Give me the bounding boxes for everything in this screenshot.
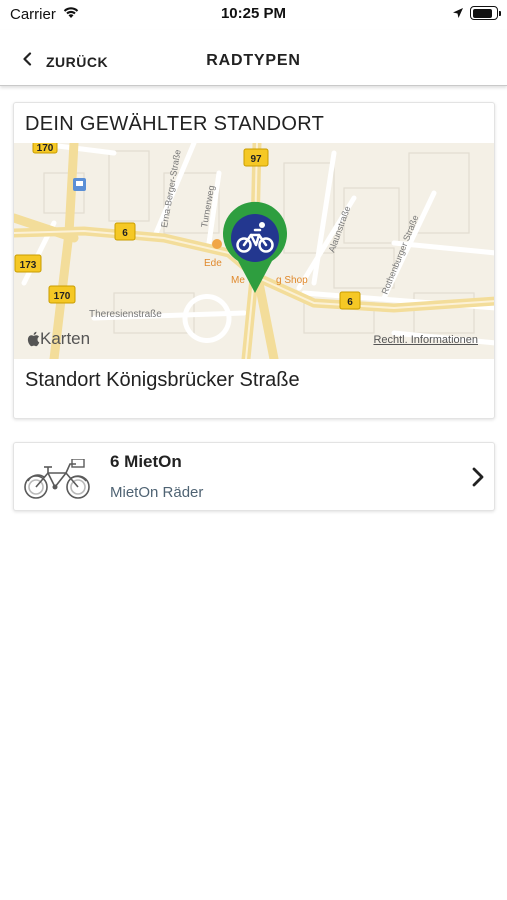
poi-label: Ede: [204, 258, 222, 269]
svg-text:6: 6: [122, 228, 128, 239]
road-badge: 170: [48, 285, 76, 304]
poi-label: Me: [231, 275, 245, 286]
location-card-header: DEIN GEWÄHLTER STANDORT: [25, 113, 325, 135]
status-time: 10:25 PM: [220, 5, 287, 22]
road-badge: 173: [14, 254, 42, 273]
location-name: Standort Königsbrücker Straße: [25, 369, 300, 391]
road-badge: 6: [339, 291, 361, 310]
chevron-right-icon: [472, 467, 484, 492]
svg-text:173: 173: [20, 260, 37, 271]
road-badge: 97: [243, 148, 269, 167]
map-legal-link[interactable]: Rechtl. Informationen: [373, 334, 478, 346]
apple-logo-icon: [26, 331, 40, 347]
bike-type-row[interactable]: 6 MietOn MietOn Räder: [13, 442, 495, 511]
road-badge: 6: [114, 222, 136, 241]
svg-text:170: 170: [54, 291, 71, 302]
location-card: DEIN GEWÄHLTER STANDORT Erna-Berger-Stra…: [13, 102, 495, 419]
bike-type-title: 6 MietOn: [110, 452, 182, 471]
svg-text:97: 97: [250, 154, 262, 165]
poi-label: g Shop: [276, 275, 308, 286]
street-label: Theresienstraße: [89, 309, 162, 320]
bike-type-subtitle: MietOn Räder: [110, 484, 204, 501]
navigation-bar: ZURÜCK RADTYPEN: [0, 30, 507, 86]
svg-text:6: 6: [347, 297, 353, 308]
map-brand: Karten: [26, 329, 90, 349]
location-arrow-icon: [452, 6, 464, 24]
bicycle-image: [22, 458, 92, 506]
battery-level: [472, 8, 493, 18]
battery-icon: [470, 6, 501, 20]
svg-text:170: 170: [37, 143, 54, 154]
page-title: RADTYPEN: [206, 52, 301, 69]
road-badge: 170: [32, 143, 58, 154]
location-map[interactable]: Erna-Berger-Straße Turnerweg Alaunstraße…: [14, 143, 494, 359]
status-bar: Carrier 10:25 PM: [0, 0, 507, 30]
map-brand-label: Karten: [40, 329, 91, 348]
